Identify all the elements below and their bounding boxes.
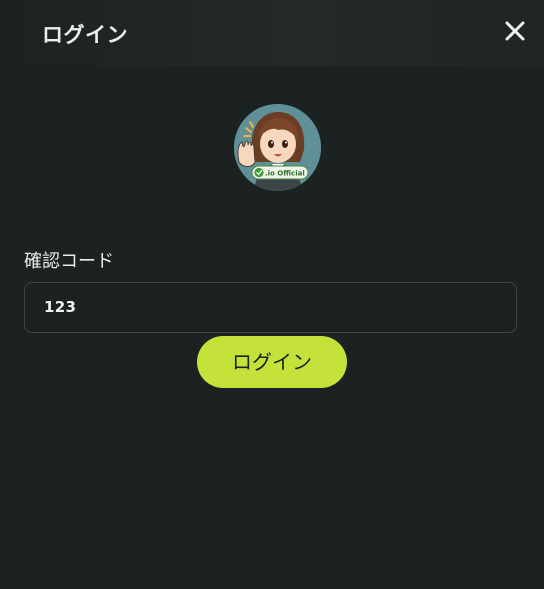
avatar: .io Official — [234, 104, 321, 191]
dialog-header: ログイン — [0, 0, 544, 66]
login-button[interactable]: ログイン — [197, 336, 347, 388]
verification-code-input[interactable]: 123 — [24, 282, 517, 333]
avatar-image: .io Official — [234, 104, 321, 191]
official-badge-text: .io Official — [265, 170, 305, 178]
login-dialog: ログイン .io Official 確認コード 123 ログイン — [0, 0, 544, 589]
verification-code-value: 123 — [44, 298, 77, 316]
verification-code-label: 確認コード — [24, 251, 114, 272]
close-button[interactable] — [504, 20, 526, 42]
dialog-title: ログイン — [42, 23, 128, 47]
close-icon — [505, 21, 525, 41]
